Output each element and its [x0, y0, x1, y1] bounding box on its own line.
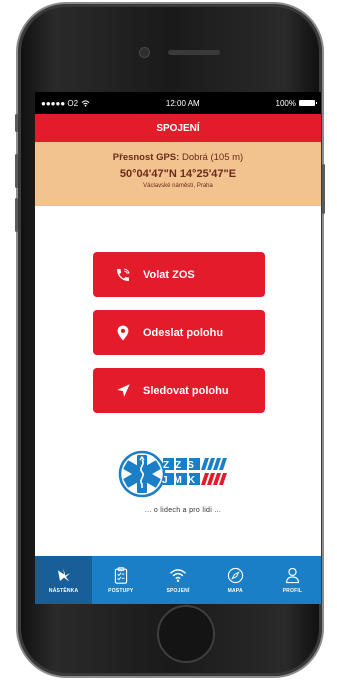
mute-switch: [15, 114, 18, 132]
app-screen: ●●●●● O2 12:00 AM 100% SPOJENÍ Přesnost …: [35, 92, 321, 604]
send-location-label: Odeslat polohu: [143, 326, 224, 339]
wifi-status-icon: [81, 99, 90, 107]
tab-nastenka[interactable]: NÁSTĚNKA: [35, 556, 93, 604]
tab-mapa[interactable]: MAPA: [207, 556, 264, 604]
phone-icon: [115, 267, 131, 283]
tab-postupy-label: POSTUPY: [108, 588, 134, 594]
front-camera: [139, 47, 150, 58]
tab-profil[interactable]: PROFIL: [264, 556, 321, 604]
navigation-arrow-icon: [115, 383, 131, 399]
track-location-button[interactable]: Sledovat polohu: [93, 368, 265, 413]
clock: 12:00 AM: [165, 98, 200, 108]
gps-coordinates: 50°04'47"N 14°25'47"E: [119, 168, 237, 180]
status-bar: ●●●●● O2 12:00 AM 100%: [35, 92, 321, 114]
volume-up-button: [15, 154, 18, 188]
gps-place: Václavské náměstí, Praha: [143, 183, 213, 189]
call-zos-label: Volat ZOS: [143, 268, 195, 281]
track-location-label: Sledovat polohu: [143, 384, 229, 397]
tab-spojeni[interactable]: SPOJENÍ: [149, 556, 206, 604]
earpiece-speaker: [168, 50, 220, 55]
battery-percent: 100%: [275, 98, 296, 108]
gps-accuracy: Přesnost GPS: Dobrá (105 m): [35, 152, 321, 163]
gps-info-panel: Přesnost GPS: Dobrá (105 m) 50°04'47"N 1…: [35, 142, 321, 206]
home-button[interactable]: [157, 605, 215, 663]
tab-mapa-label: MAPA: [227, 588, 243, 594]
star-of-life-icon: [55, 566, 73, 584]
wifi-icon: [169, 566, 187, 584]
action-buttons: Volat ZOS Odeslat polohu Sledovat polohu: [93, 252, 265, 426]
tab-nastenka-label: NÁSTĚNKA: [48, 588, 79, 594]
map-pin-icon: [115, 325, 131, 341]
logo-top-text: ZZS: [163, 460, 200, 471]
battery-icon: [299, 100, 317, 106]
tab-profil-label: PROFIL: [282, 588, 303, 594]
logo-tagline: ... o lidech a pro lidi ...: [144, 507, 222, 514]
carrier-label: ●●●●● O2: [41, 98, 79, 108]
clipboard-icon: [112, 566, 130, 584]
gps-accuracy-value: Dobrá (105 m): [181, 152, 244, 163]
page-title: SPOJENÍ: [35, 114, 321, 142]
call-zos-button[interactable]: Volat ZOS: [93, 252, 265, 297]
bottom-tab-bar: NÁSTĚNKA POSTUPY SPOJENÍ MAPA PROFIL: [35, 556, 321, 604]
power-button: [322, 164, 325, 214]
tab-postupy[interactable]: POSTUPY: [92, 556, 149, 604]
send-location-button[interactable]: Odeslat polohu: [93, 310, 265, 355]
compass-icon: [226, 566, 244, 584]
user-icon: [283, 566, 301, 584]
logo-bottom-text: JMK: [162, 475, 201, 486]
gps-accuracy-label: Přesnost GPS:: [112, 152, 180, 163]
volume-down-button: [15, 198, 18, 232]
tab-spojeni-label: SPOJENÍ: [166, 588, 190, 594]
